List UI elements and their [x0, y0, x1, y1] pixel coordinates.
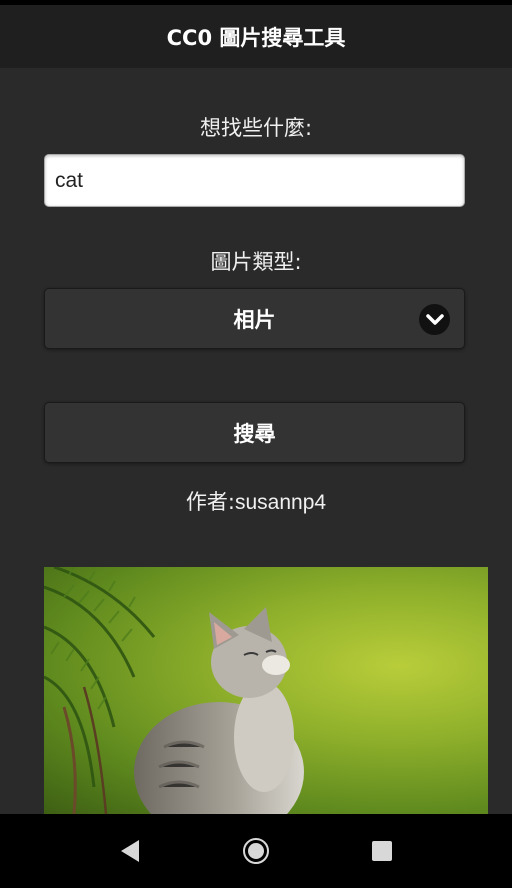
image-type-select[interactable]: 相片 [44, 288, 465, 349]
author-credit: 作者:susannp4 [0, 486, 512, 516]
result-image[interactable] [44, 567, 488, 814]
author-name: susannp4 [235, 491, 327, 514]
home-circle-icon[interactable] [238, 833, 274, 869]
search-button-label: 搜尋 [233, 421, 276, 446]
back-triangle-icon[interactable] [112, 833, 148, 869]
recents-square-icon[interactable] [364, 833, 400, 869]
image-type-label: 圖片類型: [210, 250, 302, 274]
image-type-value: 相片 [233, 307, 276, 332]
author-prefix: 作者: [185, 490, 235, 514]
main-content: 想找些什麼: 圖片類型: 相片 搜尋 作者:susannp4 [0, 68, 512, 814]
chevron-down-icon [419, 304, 450, 335]
app-title: CC0 圖片搜尋工具 [166, 25, 346, 50]
search-button[interactable]: 搜尋 [44, 402, 465, 463]
navigation-bar [0, 814, 512, 888]
app-header: CC0 圖片搜尋工具 [0, 5, 512, 68]
search-input[interactable] [44, 154, 465, 207]
query-label: 想找些什麼: [199, 116, 313, 140]
